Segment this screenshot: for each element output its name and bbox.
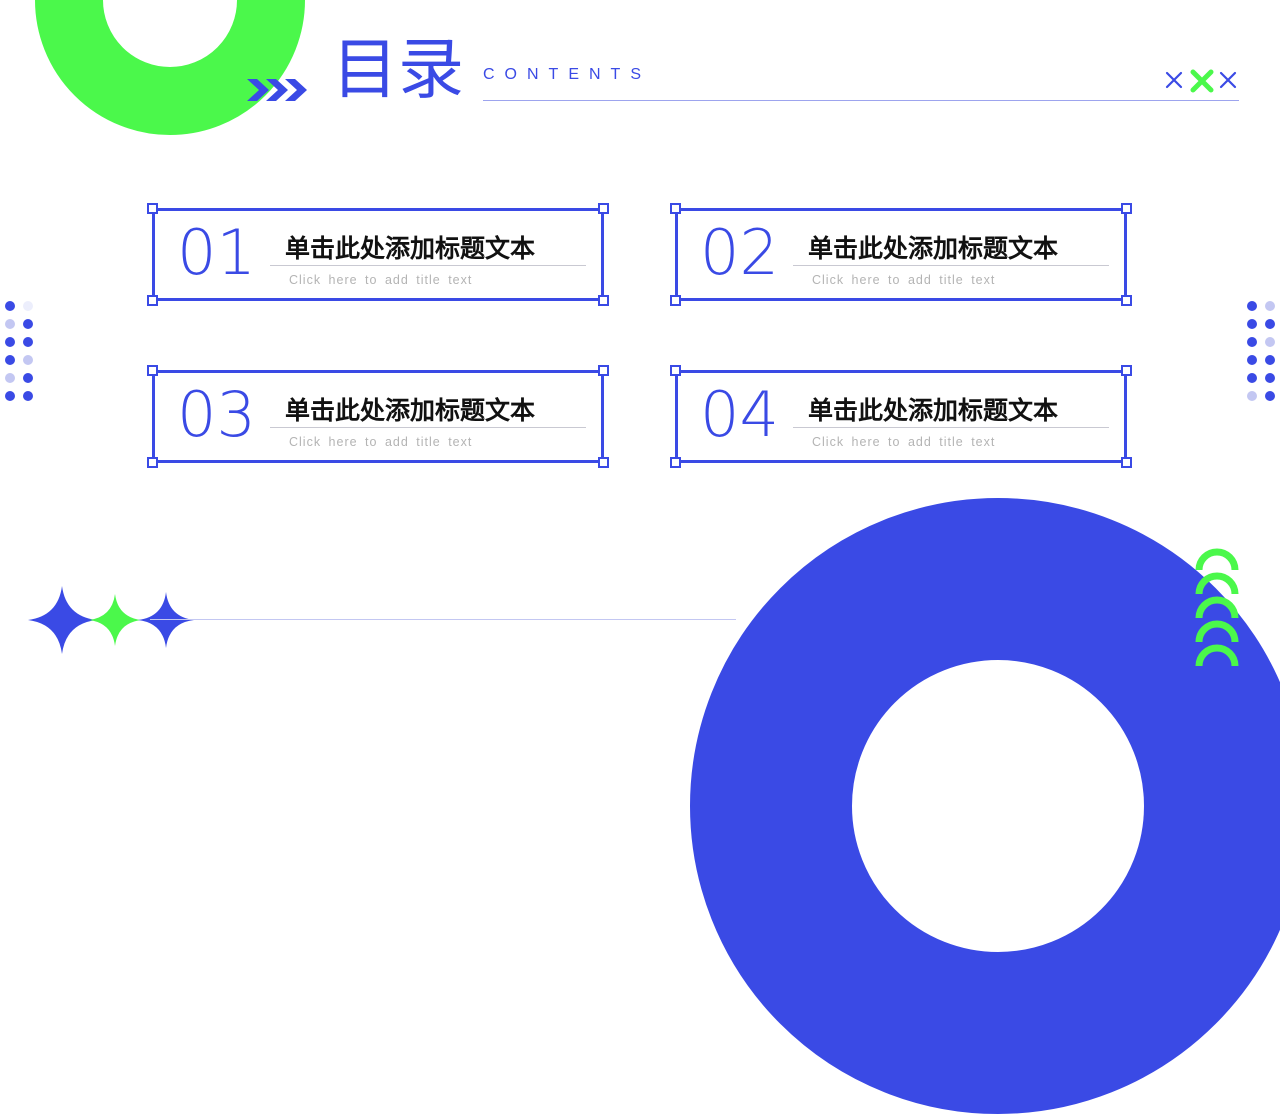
corner-handle: [670, 457, 681, 468]
card-subtitle[interactable]: Click here to add title text: [812, 273, 995, 287]
header-divider: [483, 100, 1239, 101]
corner-handle: [1121, 203, 1132, 214]
card-subtitle[interactable]: Click here to add title text: [812, 435, 995, 449]
toc-card-4[interactable]: 04 单击此处添加标题文本 Click here to add title te…: [670, 365, 1132, 468]
chevron-arrows-icon: [247, 79, 307, 101]
card-divider: [270, 265, 586, 266]
bottom-divider: [150, 619, 736, 620]
toc-card-1[interactable]: 01 单击此处添加标题文本 Click here to add title te…: [147, 203, 609, 306]
corner-handle: [598, 295, 609, 306]
card-divider: [793, 427, 1109, 428]
corner-handle: [147, 365, 158, 376]
sparkle-stars-icon: [28, 586, 194, 654]
page-title: 目录: [332, 31, 464, 108]
card-subtitle[interactable]: Click here to add title text: [289, 273, 472, 287]
card-divider: [270, 427, 586, 428]
blue-ring-decoration: [690, 498, 1280, 1114]
corner-handle: [670, 295, 681, 306]
corner-handle: [598, 457, 609, 468]
toc-card-3[interactable]: 03 单击此处添加标题文本 Click here to add title te…: [147, 365, 609, 468]
corner-handle: [598, 203, 609, 214]
corner-handle: [1121, 295, 1132, 306]
cross-marks-icon: [1165, 69, 1237, 93]
card-number: 01: [177, 216, 256, 289]
stacked-arcs-icon: [1195, 548, 1239, 667]
card-number: 03: [177, 378, 256, 451]
corner-handle: [670, 203, 681, 214]
corner-handle: [147, 203, 158, 214]
corner-handle: [147, 457, 158, 468]
card-title[interactable]: 单击此处添加标题文本: [285, 391, 535, 427]
card-title[interactable]: 单击此处添加标题文本: [285, 229, 535, 265]
card-subtitle[interactable]: Click here to add title text: [289, 435, 472, 449]
corner-handle: [670, 365, 681, 376]
card-number: 02: [700, 216, 779, 289]
toc-card-2[interactable]: 02 单击此处添加标题文本 Click here to add title te…: [670, 203, 1132, 306]
card-number: 04: [700, 378, 779, 451]
page-subtitle: CONTENTS: [483, 66, 651, 83]
card-title[interactable]: 单击此处添加标题文本: [808, 391, 1058, 427]
corner-handle: [1121, 457, 1132, 468]
corner-handle: [147, 295, 158, 306]
card-title[interactable]: 单击此处添加标题文本: [808, 229, 1058, 265]
green-ring-decoration: [35, 0, 305, 135]
corner-handle: [1121, 365, 1132, 376]
card-divider: [793, 265, 1109, 266]
corner-handle: [598, 365, 609, 376]
